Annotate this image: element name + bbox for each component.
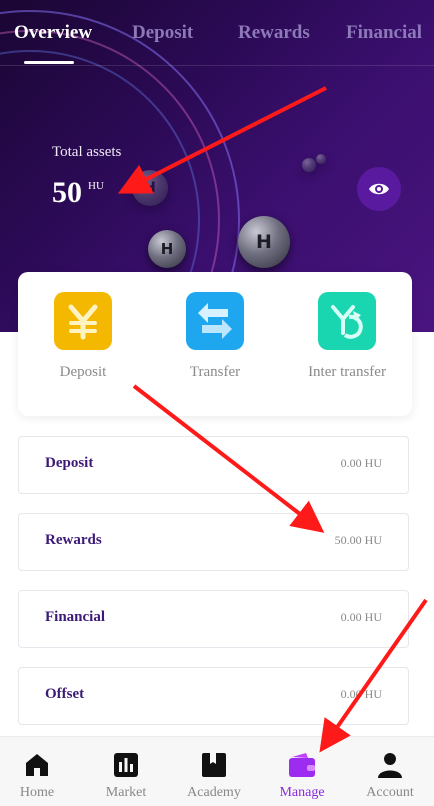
tab-overview[interactable]: Overview: [14, 22, 92, 44]
coin-decoration: [302, 158, 316, 172]
user-icon: [346, 751, 434, 779]
transfer-action-label: Transfer: [189, 364, 241, 380]
nav-manage[interactable]: Manage: [258, 751, 346, 801]
active-tab-indicator: [24, 61, 74, 64]
nav-account[interactable]: Account: [346, 751, 434, 801]
eye-icon: [369, 183, 389, 195]
balance-row-offset[interactable]: Offset 0.00 HU: [18, 667, 409, 725]
balance-value: 0.00 HU: [340, 610, 382, 624]
quick-actions-card: Deposit Transfer Inter transfer: [18, 272, 412, 416]
total-assets-value: 50: [52, 176, 82, 209]
balance-name: Financial: [45, 609, 106, 625]
book-icon: [170, 751, 258, 779]
nav-market[interactable]: Market: [82, 751, 170, 801]
balance-value: 50.00 HU: [334, 533, 382, 547]
inter-transfer-action[interactable]: Inter transfer: [292, 292, 402, 381]
coin-decoration: H: [148, 230, 186, 268]
home-icon: [0, 751, 81, 779]
total-assets-label: Total assets: [52, 144, 122, 160]
transfer-arrow-icon: [186, 292, 244, 350]
nav-label: Account: [366, 785, 414, 800]
yen-icon: [54, 292, 112, 350]
bottom-navigation: Home Market Academy Manage Account: [0, 736, 434, 806]
nav-label: Manage: [279, 785, 325, 800]
inter-transfer-icon: [318, 292, 376, 350]
coin-decoration: H: [132, 170, 168, 206]
nav-label: Home: [19, 785, 55, 800]
balance-row-deposit[interactable]: Deposit 0.00 HU: [18, 436, 409, 494]
toggle-visibility-button[interactable]: [357, 167, 401, 211]
market-icon: [82, 751, 170, 779]
balance-row-financial[interactable]: Financial 0.00 HU: [18, 590, 409, 648]
tab-rewards[interactable]: Rewards: [238, 22, 310, 44]
balance-value: 0.00 HU: [340, 456, 382, 470]
deposit-action[interactable]: Deposit: [28, 292, 138, 381]
nav-home[interactable]: Home: [0, 751, 81, 801]
transfer-action[interactable]: Transfer: [160, 292, 270, 381]
nav-label: Academy: [187, 785, 241, 800]
balance-name: Offset: [45, 686, 85, 702]
nav-label: Market: [105, 785, 147, 800]
tab-financial[interactable]: Financial: [346, 22, 422, 44]
coin-decoration: [316, 154, 326, 164]
balance-name: Rewards: [45, 532, 102, 548]
inter-transfer-action-label: Inter transfer: [308, 364, 386, 380]
coin-decoration: H: [238, 216, 290, 268]
nav-academy[interactable]: Academy: [170, 751, 258, 801]
balance-value: 0.00 HU: [340, 687, 382, 701]
total-assets-unit: HU: [88, 180, 104, 192]
tab-deposit[interactable]: Deposit: [132, 22, 193, 44]
balance-name: Deposit: [45, 455, 94, 471]
top-tab-bar: Overview Deposit Rewards Financial: [0, 0, 434, 66]
deposit-action-label: Deposit: [59, 364, 107, 380]
wallet-icon: [258, 751, 346, 779]
balance-row-rewards[interactable]: Rewards 50.00 HU: [18, 513, 409, 571]
